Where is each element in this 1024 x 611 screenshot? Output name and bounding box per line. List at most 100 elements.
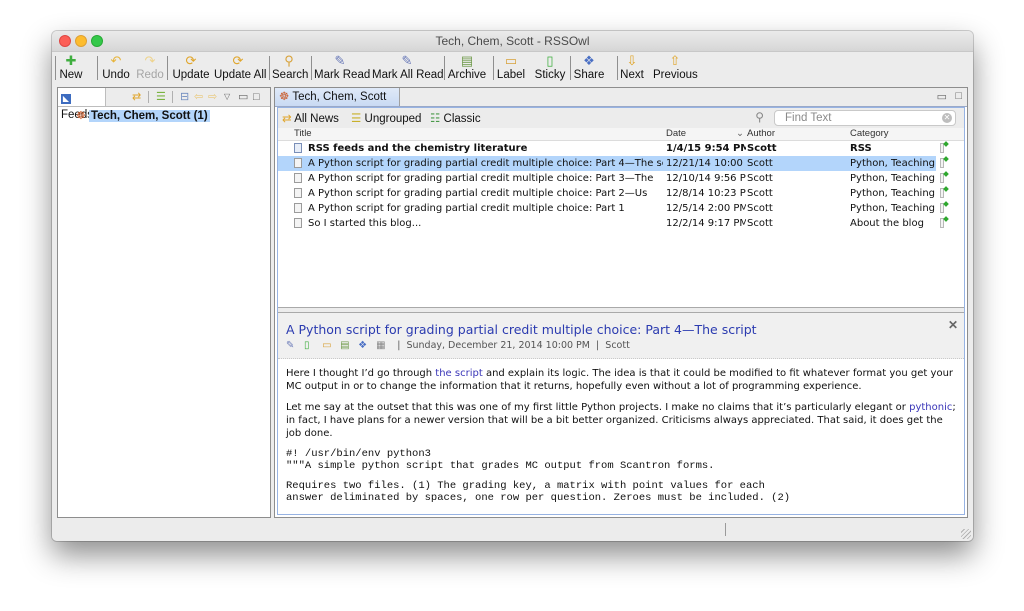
link-feeds-icon[interactable]: ⇄ <box>132 90 141 104</box>
sticky-icon[interactable] <box>940 203 944 213</box>
mark-read-button[interactable]: ✎ Mark Read <box>314 53 370 83</box>
feeds-panel: ◣ Feeds ⇄ ☰ ⊟ ⇦ ⇨ ▽ ▭ □ ☸ Tech, Chem, Sc… <box>57 87 271 518</box>
close-preview-icon[interactable]: ✕ <box>948 318 958 332</box>
undo-button[interactable]: ↶ Undo <box>100 53 132 83</box>
table-row[interactable]: A Python script for grading partial cred… <box>278 171 964 186</box>
label-icon[interactable]: ▭ <box>322 340 334 351</box>
toolbar-separator <box>269 56 270 80</box>
filter-bar: ⇄ All News ☰ Ungrouped ☷ Classic ⚲ Find … <box>278 108 964 128</box>
update-icon: ⟳ <box>185 53 197 68</box>
article-date: Sunday, December 21, 2014 10:00 PM <box>406 340 590 351</box>
article-meta: ✎ ▯ ▭ ▤ ❖ ▦ | Sunday, December 21, 2014 … <box>286 340 630 351</box>
magnifier-icon: ⚲ <box>755 110 764 124</box>
table-row[interactable]: RSS feeds and the chemistry literature 1… <box>278 141 964 156</box>
toolbar-separator <box>55 56 56 80</box>
label-icon: ▭ <box>504 53 518 68</box>
bookmark-icon: ☸ <box>76 110 86 122</box>
copy-link-icon[interactable]: ▦ <box>376 340 388 351</box>
column-date[interactable]: Date <box>666 128 686 140</box>
column-author[interactable]: Author <box>747 128 775 140</box>
sort-descending-icon: ⌄ <box>736 128 744 139</box>
collapse-all-icon[interactable]: ⊟ <box>180 90 189 104</box>
update-all-icon: ⟳ <box>232 53 244 68</box>
app-window: Tech, Chem, Scott - RSSOwl ✚ New ↶ Undo … <box>52 31 973 541</box>
archive-icon: ▤ <box>460 53 474 68</box>
pythonic-link[interactable]: pythonic <box>909 402 952 413</box>
group-icon[interactable]: ☰ <box>156 90 166 104</box>
table-row[interactable]: So I started this blog... 12/2/14 9:17 P… <box>278 216 964 231</box>
sticky-icon[interactable] <box>940 188 944 198</box>
feed-item[interactable]: ☸ Tech, Chem, Scott (1) <box>76 109 210 124</box>
main-toolbar: ✚ New ↶ Undo ↷ Redo ⟳ Update ⟳ Update Al… <box>52 52 973 84</box>
toolbar-separator <box>167 56 168 80</box>
mark-read-icon[interactable]: ✎ <box>286 340 298 351</box>
add-icon: ✚ <box>65 53 77 68</box>
resize-grip[interactable] <box>961 529 971 539</box>
toolbar-separator <box>97 56 98 80</box>
tab-tech-chem-scott[interactable]: ☸ Tech, Chem, Scott ⊠ <box>275 88 400 121</box>
minimize-panel-icon[interactable]: ▭ <box>238 90 248 104</box>
sticky-icon[interactable] <box>940 158 944 168</box>
update-button[interactable]: ⟳ Update <box>171 53 211 83</box>
forward-icon[interactable]: ⇨ <box>208 90 217 104</box>
tab-feeds[interactable]: ◣ Feeds <box>58 88 106 121</box>
read-item-icon <box>294 158 302 168</box>
article-preview: A Python script for grading partial cred… <box>278 313 964 514</box>
sticky-icon[interactable] <box>940 173 944 183</box>
sticky-button[interactable]: ▯ Sticky <box>534 53 566 83</box>
archive-button[interactable]: ▤ Archive <box>446 53 488 83</box>
preview-header: A Python script for grading partial cred… <box>278 313 964 359</box>
sticky-icon[interactable] <box>940 218 944 228</box>
table-row[interactable]: A Python script for grading partial cred… <box>278 156 944 171</box>
code-block: Requires two files. (1) The grading key,… <box>286 480 791 504</box>
read-item-icon <box>294 188 302 198</box>
redo-icon: ↷ <box>144 53 156 68</box>
meta-separator: | <box>394 340 404 351</box>
label-button[interactable]: ▭ Label <box>496 53 526 83</box>
toolbar-separator <box>172 91 173 103</box>
minimize-panel-icon[interactable]: ▭ <box>937 90 947 103</box>
next-icon: ⇩ <box>626 53 638 68</box>
mark-all-read-icon: ✎ <box>401 53 413 68</box>
filter-icon: ⇄ <box>282 113 292 125</box>
back-icon[interactable]: ⇦ <box>194 90 203 104</box>
search-button[interactable]: ⚲ Search <box>272 53 308 83</box>
mark-read-icon: ✎ <box>334 53 346 68</box>
sticky-icon[interactable]: ▯ <box>304 340 316 351</box>
share-icon[interactable]: ❖ <box>358 340 370 351</box>
news-content: ⇄ All News ☰ Ungrouped ☷ Classic ⚲ Find … <box>277 107 965 515</box>
mark-all-read-button[interactable]: ✎ Mark All Read <box>372 53 444 83</box>
news-tab-bar: ☸ Tech, Chem, Scott ⊠ ▭ □ <box>275 88 967 121</box>
archive-icon[interactable]: ▤ <box>340 340 352 351</box>
paragraph: Here I thought I’d go through the script… <box>286 368 954 392</box>
filter-all-news[interactable]: ⇄ All News <box>282 111 339 125</box>
read-item-icon <box>294 218 302 228</box>
toolbar-separator <box>148 91 149 103</box>
sticky-icon[interactable] <box>940 143 944 153</box>
view-menu-icon[interactable]: ▽ <box>224 90 230 104</box>
toolbar-separator <box>444 56 445 80</box>
new-button[interactable]: ✚ New <box>58 53 84 83</box>
maximize-panel-icon[interactable]: □ <box>253 90 260 104</box>
column-title[interactable]: Title <box>294 128 312 140</box>
read-item-icon <box>294 203 302 213</box>
update-all-button[interactable]: ⟳ Update All <box>214 53 266 83</box>
window-title: Tech, Chem, Scott - RSSOwl <box>435 34 590 48</box>
layout-classic[interactable]: ☷ Classic <box>430 111 481 125</box>
find-text-input[interactable]: Find Text ✕ <box>774 110 956 126</box>
grouping-ungrouped[interactable]: ☰ Ungrouped <box>351 111 421 125</box>
next-button[interactable]: ⇩ Next <box>620 53 644 83</box>
column-category[interactable]: Category <box>850 128 889 140</box>
toolbar-separator <box>311 56 312 80</box>
previous-button[interactable]: ⇧ Previous <box>653 53 698 83</box>
redo-button[interactable]: ↷ Redo <box>134 53 166 83</box>
maximize-panel-icon[interactable]: □ <box>955 90 962 102</box>
table-row[interactable]: A Python script for grading partial cred… <box>278 201 964 216</box>
article-title[interactable]: A Python script for grading partial cred… <box>286 322 757 337</box>
share-button[interactable]: ❖ Share <box>573 53 605 83</box>
the-script-link[interactable]: the script <box>435 368 482 379</box>
feeds-panel-header: ◣ Feeds ⇄ ☰ ⊟ ⇦ ⇨ ▽ ▭ □ <box>58 88 270 121</box>
table-row[interactable]: A Python script for grading partial cred… <box>278 186 964 201</box>
clear-search-icon[interactable]: ✕ <box>942 113 952 123</box>
title-bar: Tech, Chem, Scott - RSSOwl <box>52 31 973 52</box>
